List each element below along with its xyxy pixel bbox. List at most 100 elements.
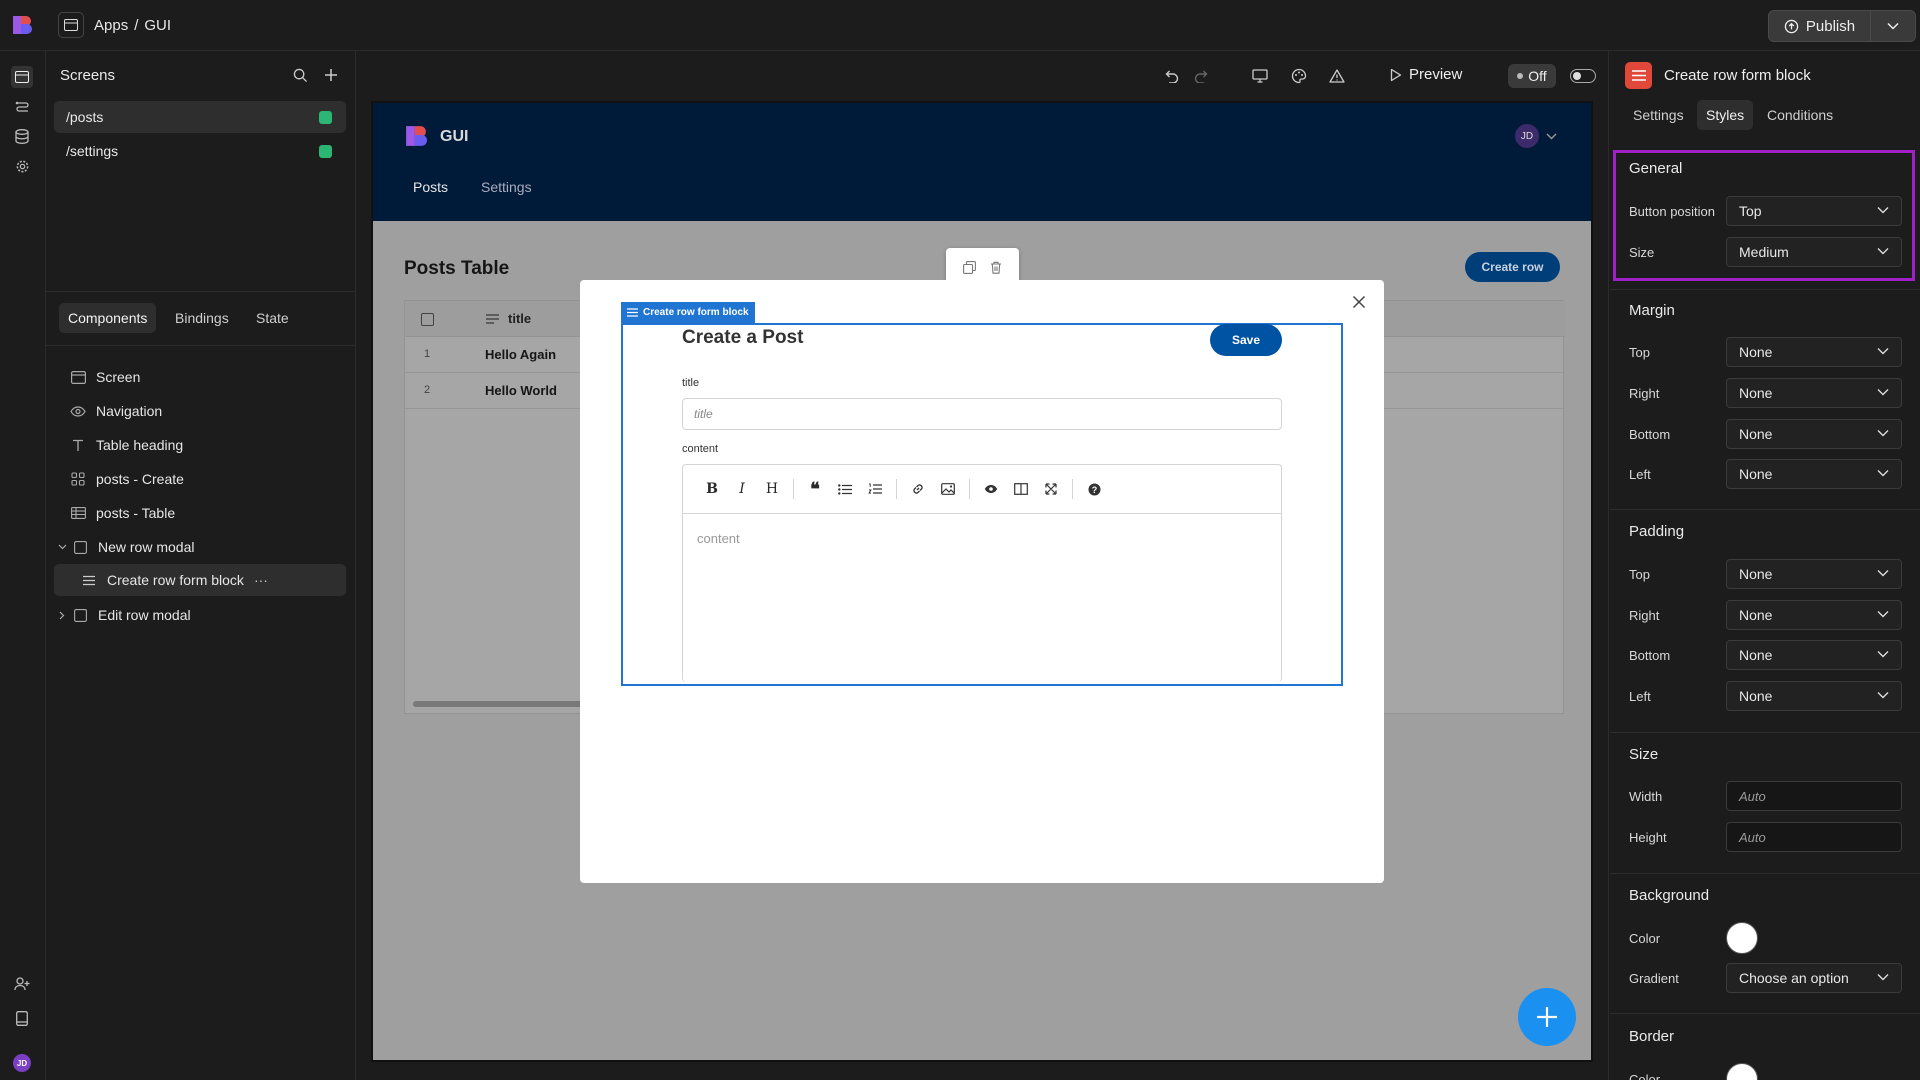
selected-component-tag[interactable]: Create row form block bbox=[621, 302, 755, 323]
padding-top-select[interactable]: None bbox=[1726, 559, 1902, 589]
breadcrumb-app[interactable]: GUI bbox=[144, 17, 171, 34]
width-input[interactable]: Auto bbox=[1726, 781, 1902, 811]
tab-components[interactable]: Components bbox=[59, 303, 157, 333]
help-book-icon[interactable] bbox=[11, 1007, 33, 1029]
tab-conditions[interactable]: Conditions bbox=[1758, 100, 1842, 130]
preview-button[interactable]: Preview bbox=[1390, 66, 1462, 83]
fullscreen-icon[interactable] bbox=[1036, 474, 1066, 504]
gradient-value: Choose an option bbox=[1739, 970, 1849, 986]
app-nav-settings[interactable]: Settings bbox=[481, 179, 532, 195]
height-input[interactable]: Auto bbox=[1726, 822, 1902, 852]
theme-palette-icon[interactable] bbox=[1288, 65, 1310, 87]
delete-trash-icon[interactable] bbox=[990, 261, 1002, 274]
add-component-fab[interactable] bbox=[1518, 988, 1576, 1046]
undo-icon[interactable] bbox=[1160, 65, 1182, 87]
background-color-label: Color bbox=[1629, 931, 1661, 946]
tree-item-label: posts - Create bbox=[96, 471, 184, 487]
margin-right-select[interactable]: None bbox=[1726, 378, 1902, 408]
publish-button[interactable]: Publish bbox=[1769, 11, 1871, 41]
size-label: Size bbox=[1629, 245, 1655, 260]
quote-icon[interactable]: ❝ bbox=[800, 474, 830, 504]
margin-top-label: Top bbox=[1629, 345, 1650, 360]
warning-icon[interactable] bbox=[1326, 65, 1348, 87]
tab-styles[interactable]: Styles bbox=[1697, 100, 1754, 130]
section-divider bbox=[1610, 509, 1920, 510]
add-screen-icon[interactable] bbox=[321, 65, 341, 85]
tree-item-edit-row-modal[interactable]: Edit row modal bbox=[56, 599, 191, 631]
redo-icon[interactable] bbox=[1191, 65, 1213, 87]
publish-icon bbox=[1784, 19, 1799, 34]
bullet-list-icon[interactable] bbox=[830, 474, 860, 504]
more-options-icon[interactable]: ··· bbox=[254, 572, 268, 588]
margin-bottom-select[interactable]: None bbox=[1726, 419, 1902, 449]
invite-user-icon[interactable] bbox=[11, 973, 33, 995]
live-toggle-switch[interactable] bbox=[1570, 69, 1596, 83]
play-icon bbox=[1390, 68, 1402, 82]
tree-item-table-heading[interactable]: Table heading bbox=[70, 429, 183, 461]
app-user-chevron-down-icon[interactable] bbox=[1546, 133, 1557, 140]
app-user-initials: JD bbox=[1520, 130, 1534, 142]
tree-item-posts-create[interactable]: posts - Create bbox=[70, 463, 184, 495]
button-position-select[interactable]: Top bbox=[1726, 196, 1902, 226]
bold-icon[interactable]: B bbox=[697, 474, 727, 504]
tab-bindings[interactable]: Bindings bbox=[166, 303, 238, 333]
margin-top-select[interactable]: None bbox=[1726, 337, 1902, 367]
image-icon[interactable] bbox=[933, 474, 963, 504]
app-user-avatar[interactable]: JD bbox=[1515, 124, 1539, 148]
preview-eye-icon[interactable] bbox=[976, 474, 1006, 504]
screen-row-settings[interactable]: /settings bbox=[54, 135, 346, 167]
tree-item-posts-table[interactable]: posts - Table bbox=[70, 497, 175, 529]
general-section-title: General bbox=[1629, 160, 1683, 177]
title-input[interactable]: title bbox=[682, 398, 1282, 430]
chevron-right-icon[interactable] bbox=[56, 611, 68, 620]
status-dot-icon bbox=[1517, 73, 1524, 79]
padding-right-select[interactable]: None bbox=[1726, 600, 1902, 630]
tree-item-create-row-form-block[interactable]: Create row form block ··· bbox=[54, 564, 346, 596]
app-panel-icon[interactable] bbox=[58, 12, 84, 38]
background-color-swatch[interactable] bbox=[1726, 922, 1758, 954]
link-icon[interactable] bbox=[903, 474, 933, 504]
budibase-logo-icon[interactable] bbox=[12, 15, 32, 35]
duplicate-icon[interactable] bbox=[963, 260, 976, 274]
gradient-select[interactable]: Choose an option bbox=[1726, 963, 1902, 993]
size-select[interactable]: Medium bbox=[1726, 237, 1902, 267]
screen-row-posts[interactable]: /posts bbox=[54, 101, 346, 133]
numbered-list-icon[interactable] bbox=[860, 474, 890, 504]
device-desktop-icon[interactable] bbox=[1249, 65, 1271, 87]
tree-item-label: Edit row modal bbox=[98, 607, 191, 623]
padding-left-select[interactable]: None bbox=[1726, 681, 1902, 711]
screens-title: Screens bbox=[60, 67, 116, 84]
close-icon[interactable] bbox=[1352, 295, 1366, 309]
tree-item-navigation[interactable]: Navigation bbox=[70, 395, 162, 427]
italic-icon[interactable]: I bbox=[727, 474, 757, 504]
live-toggle-status[interactable]: Off bbox=[1508, 64, 1556, 88]
chevron-down-icon[interactable] bbox=[56, 544, 68, 550]
title-placeholder: title bbox=[694, 407, 713, 421]
toolbar-separator bbox=[1072, 479, 1073, 499]
tree-item-new-row-modal[interactable]: New row modal bbox=[56, 531, 194, 563]
padding-bottom-select[interactable]: None bbox=[1726, 640, 1902, 670]
tree-item-screen[interactable]: Screen bbox=[70, 361, 140, 393]
help-question-icon[interactable]: ? bbox=[1079, 474, 1109, 504]
screens-nav-icon[interactable] bbox=[11, 66, 33, 88]
publish-dropdown-chevron-icon[interactable] bbox=[1871, 11, 1915, 41]
create-row-button[interactable]: Create row bbox=[1465, 252, 1560, 282]
margin-left-select[interactable]: None bbox=[1726, 459, 1902, 489]
tab-settings[interactable]: Settings bbox=[1624, 100, 1693, 130]
tree-item-label: Screen bbox=[96, 369, 141, 385]
app-nav-posts[interactable]: Posts bbox=[413, 179, 448, 195]
data-nav-icon[interactable] bbox=[11, 125, 33, 147]
breadcrumb-apps[interactable]: Apps bbox=[94, 17, 128, 34]
heading-icon[interactable]: H bbox=[757, 474, 787, 504]
tab-state[interactable]: State bbox=[247, 303, 298, 333]
save-button[interactable]: Save bbox=[1210, 324, 1282, 356]
screen-layout-icon bbox=[70, 369, 86, 385]
side-by-side-icon[interactable] bbox=[1006, 474, 1036, 504]
settings-gear-icon[interactable] bbox=[11, 155, 33, 177]
search-icon[interactable] bbox=[290, 65, 310, 85]
content-markdown-editor[interactable]: B I H ❝ ? content bbox=[682, 464, 1282, 682]
toolbar-separator bbox=[793, 479, 794, 499]
width-placeholder: Auto bbox=[1739, 788, 1766, 804]
automation-nav-icon[interactable] bbox=[11, 96, 33, 118]
user-avatar[interactable]: JD bbox=[13, 1054, 31, 1072]
